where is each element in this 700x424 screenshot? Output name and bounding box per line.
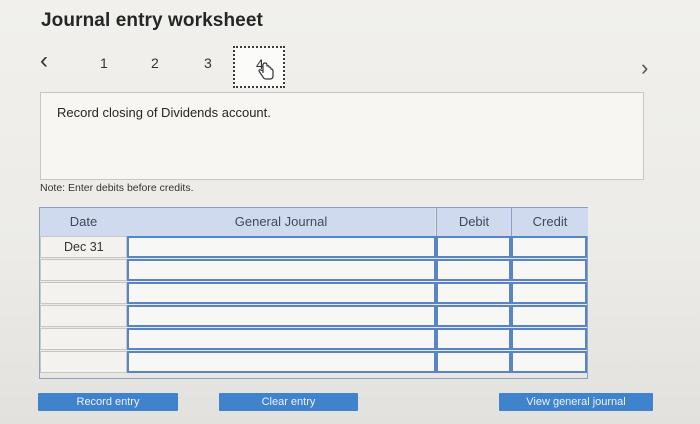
hand-pointer-icon [258,62,274,80]
account-input[interactable] [127,351,436,373]
date-cell[interactable]: Dec 31 [40,236,127,258]
debit-input[interactable] [436,259,511,281]
table-row [40,282,587,304]
debit-input[interactable] [436,351,511,373]
table-row [40,259,587,281]
date-cell[interactable] [40,259,127,281]
account-input[interactable] [127,305,436,327]
next-arrow-icon[interactable]: › [641,55,659,81]
table-row: Dec 31 [40,236,587,258]
step-2[interactable]: 2 [151,55,159,71]
clear-entry-button[interactable]: Clear entry [219,393,358,411]
step-4-active[interactable]: 4 [233,46,285,88]
table-row [40,351,587,373]
record-entry-button[interactable]: Record entry [38,393,178,411]
debit-input[interactable] [436,282,511,304]
journal-table: Date General Journal Debit Credit Dec 31 [39,207,588,379]
page-title: Journal entry worksheet [41,10,263,31]
instruction-text: Record closing of Dividends account. [57,105,271,120]
debit-input[interactable] [436,305,511,327]
step-1[interactable]: 1 [100,55,108,71]
credit-input[interactable] [511,282,587,304]
column-header-debit: Debit [436,208,511,236]
table-row [40,305,587,327]
note-text: Note: Enter debits before credits. [40,182,194,194]
account-input[interactable] [127,259,436,281]
credit-input[interactable] [511,328,587,350]
credit-input[interactable] [511,259,587,281]
column-header-credit: Credit [511,208,588,236]
column-header-general-journal: General Journal [127,208,435,236]
credit-input[interactable] [511,351,587,373]
date-cell[interactable] [40,328,127,350]
date-cell[interactable] [40,282,127,304]
date-cell[interactable] [40,351,127,373]
view-general-journal-button[interactable]: View general journal [499,393,653,411]
credit-input[interactable] [511,236,587,258]
step-3[interactable]: 3 [204,55,212,71]
account-input[interactable] [127,282,436,304]
credit-input[interactable] [511,305,587,327]
debit-input[interactable] [436,236,511,258]
account-input[interactable] [127,328,436,350]
previous-arrow-icon[interactable]: ‹ [40,48,60,74]
table-row [40,328,587,350]
column-header-date: Date [40,208,127,236]
journal-worksheet-page: Journal entry worksheet ‹ 1 2 3 4 › Reco… [0,0,700,424]
instruction-box: Record closing of Dividends account. [40,92,644,180]
debit-input[interactable] [436,328,511,350]
account-input[interactable] [127,236,436,258]
date-cell[interactable] [40,305,127,327]
